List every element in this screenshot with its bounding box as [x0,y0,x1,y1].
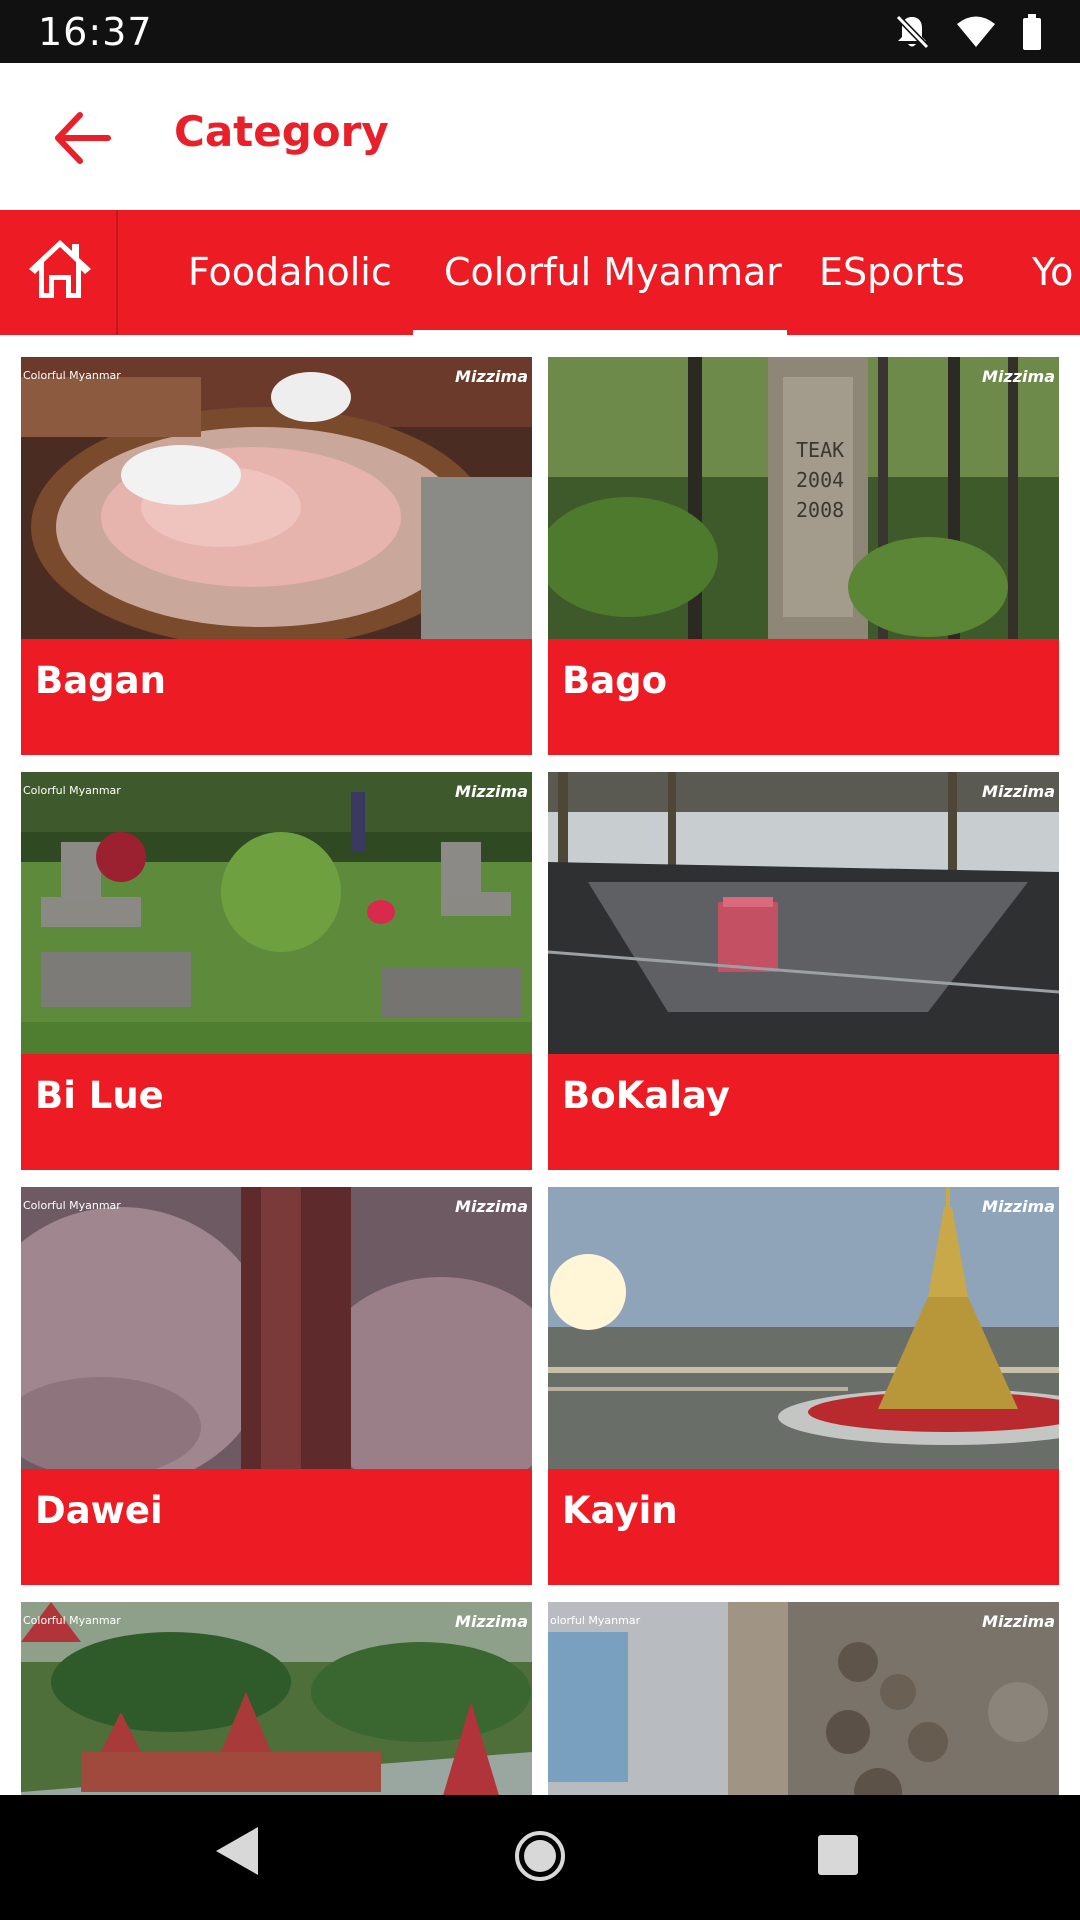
card-thumbnail: olorful Myanmar Mizzima [548,1602,1059,1795]
status-icons [894,12,1042,52]
category-card[interactable]: Mizzima BoKalay [548,772,1059,1170]
svg-text:2004: 2004 [796,468,844,492]
watermark-right: Mizzima [982,1197,1055,1216]
card-thumbnail: TEAK 2004 2008 Mizzima [548,357,1059,639]
card-title: Bagan [35,659,166,702]
card-thumbnail: Colorful Myanmar Mizzima [21,1602,532,1795]
wifi-icon [956,15,996,49]
back-button[interactable] [48,103,118,173]
watermark-right: Mizzima [982,1612,1055,1631]
watermark-right: Mizzima [982,782,1055,801]
watermark-left: olorful Myanmar [550,1614,641,1627]
tab-esports[interactable]: ESports [819,210,965,335]
home-button[interactable] [0,210,118,335]
watermark-left: Colorful Myanmar [23,784,121,797]
tab-next[interactable]: Yo [1032,210,1073,335]
watermark-right: Mizzima [455,782,528,801]
watermark-right: Mizzima [982,367,1055,386]
watermark-right: Mizzima [455,1612,528,1631]
card-thumbnail: Mizzima [548,772,1059,1054]
app-bar: Category [0,63,1080,210]
card-title: Kayin [562,1489,678,1532]
status-time: 16:37 [38,10,153,54]
watermark-left: Colorful Myanmar [23,1614,121,1627]
category-card[interactable]: olorful Myanmar Mizzima [548,1602,1059,1795]
watermark-left: Colorful Myanmar [23,1199,121,1212]
category-card[interactable]: Colorful Myanmar Mizzima Bi Lue [21,772,532,1170]
card-thumbnail: Mizzima [548,1187,1059,1469]
card-title: BoKalay [562,1074,730,1117]
card-title: Bago [562,659,668,702]
svg-text:TEAK: TEAK [796,438,844,462]
recents-square-icon [816,1835,860,1881]
tab-foodaholic[interactable]: Foodaholic [188,210,392,335]
back-triangle-icon [214,1827,260,1881]
notifications-off-icon [894,13,930,51]
page-title: Category [174,107,389,156]
nav-home-button[interactable] [514,1830,566,1886]
battery-icon [1022,14,1042,50]
card-label-bar: Bagan [21,639,532,755]
category-card[interactable]: Colorful Myanmar Mizzima Bagan [21,357,532,755]
tab-colorful-myanmar[interactable]: Colorful Myanmar [444,210,782,335]
watermark-right: Mizzima [455,367,528,386]
watermark-right: Mizzima [455,1197,528,1216]
status-bar: 16:37 [0,0,1080,63]
nav-recents-button[interactable] [816,1833,860,1881]
svg-text:2008: 2008 [796,498,844,522]
category-tab-bar: e Foodaholic Colorful Myanmar ESports Yo [0,210,1080,335]
nav-back-button[interactable] [214,1825,260,1881]
card-label-bar: Bago [548,639,1059,755]
system-nav-bar [0,1795,1080,1920]
arrow-left-icon [48,112,118,177]
card-label-bar: Bi Lue [21,1054,532,1170]
category-card[interactable]: Colorful Myanmar Mizzima [21,1602,532,1795]
card-thumbnail: Colorful Myanmar Mizzima [21,357,532,639]
home-circle-icon [514,1831,566,1886]
watermark-left: Colorful Myanmar [23,369,121,382]
category-card[interactable]: Colorful Myanmar Mizzima Dawei [21,1187,532,1585]
card-label-bar: Kayin [548,1469,1059,1585]
category-grid: Colorful Myanmar Mizzima Bagan TEAK 2004 [0,335,1080,1795]
card-thumbnail: Colorful Myanmar Mizzima [21,1187,532,1469]
card-label-bar: Dawei [21,1469,532,1585]
category-card[interactable]: Mizzima Kayin [548,1187,1059,1585]
card-label-bar: BoKalay [548,1054,1059,1170]
card-title: Dawei [35,1489,163,1532]
category-card[interactable]: TEAK 2004 2008 Mizzima Bago [548,357,1059,755]
card-thumbnail: Colorful Myanmar Mizzima [21,772,532,1054]
card-title: Bi Lue [35,1074,164,1117]
